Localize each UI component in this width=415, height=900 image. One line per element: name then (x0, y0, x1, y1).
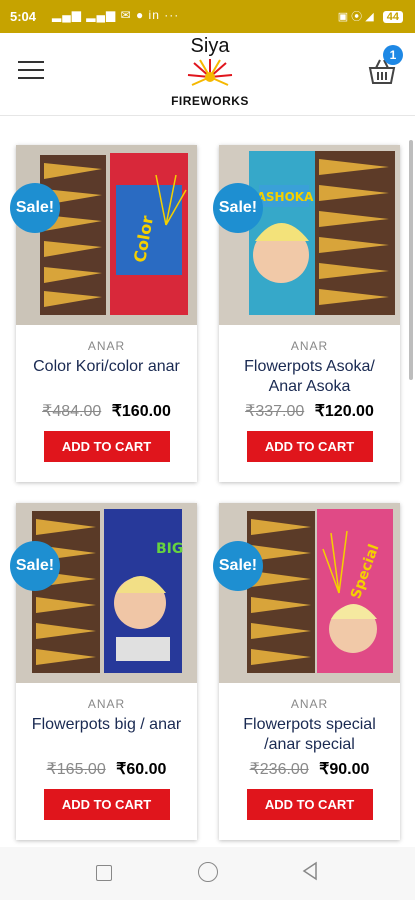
product-photo: ASHOKA (219, 145, 400, 325)
firework-burst-icon (187, 59, 233, 86)
product-image[interactable]: BIG (16, 503, 197, 683)
product-name[interactable]: Flowerpots Asoka/ Anar Asoka (229, 357, 390, 397)
cart-button[interactable]: 1 (367, 45, 403, 87)
recent-apps-icon[interactable] (96, 865, 112, 881)
product-price: ₹337.00 ₹120.00 (219, 401, 400, 421)
sale-badge: Sale! (213, 183, 263, 233)
page-scrollbar[interactable] (409, 140, 413, 380)
product-image[interactable]: Color (16, 145, 197, 325)
product-price: ₹484.00 ₹160.00 (16, 401, 197, 421)
original-price: ₹165.00 (46, 761, 106, 778)
add-to-cart-button[interactable]: ADD TO CART (246, 431, 373, 462)
original-price: ₹337.00 (245, 403, 305, 420)
product-price: ₹236.00 ₹90.00 (219, 759, 400, 779)
add-to-cart-button[interactable]: ADD TO CART (43, 431, 170, 462)
product-photo: Color (16, 145, 197, 325)
product-category[interactable]: ANAR (16, 697, 197, 711)
system-navigation-bar (0, 847, 415, 900)
product-card[interactable]: Sale! BIG ANAR Flowerpots big / anar ₹16… (10, 503, 197, 840)
sale-badge: Sale! (10, 183, 60, 233)
product-card[interactable]: Sale! Color ANAR Color Kori/color anar ₹… (10, 145, 197, 482)
product-name[interactable]: Flowerpots special /anar special (229, 715, 390, 755)
original-price: ₹484.00 (42, 403, 102, 420)
product-price: ₹165.00 ₹60.00 (16, 759, 197, 779)
add-to-cart-button[interactable]: ADD TO CART (43, 789, 170, 820)
battery-icon: 44 (382, 11, 403, 23)
original-price: ₹236.00 (249, 761, 309, 778)
wifi-icon: ▣ ⦿ ◢ (337, 11, 374, 23)
svg-text:ASHOKA: ASHOKA (257, 190, 314, 204)
site-logo[interactable]: Siya FIREWORKS (170, 35, 250, 108)
sale-price: ₹160.00 (111, 403, 171, 420)
sale-price: ₹120.00 (314, 403, 374, 420)
product-card[interactable]: Sale! ASHOKA ANAR Flowerpots Asoka/ Anar… (213, 145, 400, 482)
status-bar: 5:04 ▂▄▆ ▂▄▆ ✉ ● in ··· ▣ ⦿ ◢ 44 (0, 0, 415, 33)
home-icon[interactable] (198, 862, 218, 882)
product-card[interactable]: Sale! Special ANAR Flowerpots special /a… (213, 503, 400, 840)
cart-count-badge: 1 (383, 45, 403, 65)
product-photo: Special (219, 503, 400, 683)
svg-text:BIG: BIG (156, 541, 183, 557)
product-image[interactable]: Special (219, 503, 400, 683)
sale-price: ₹90.00 (319, 761, 370, 778)
product-image[interactable]: ASHOKA (219, 145, 400, 325)
back-icon[interactable] (300, 861, 320, 881)
logo-siya-text: Siya (190, 35, 230, 57)
product-category[interactable]: ANAR (219, 697, 400, 711)
product-photo: BIG (16, 503, 197, 683)
product-name[interactable]: Color Kori/color anar (26, 357, 187, 397)
hamburger-menu-icon[interactable] (18, 61, 44, 81)
status-right-icons: ▣ ⦿ ◢ 44 (338, 8, 403, 24)
sale-badge: Sale! (213, 541, 263, 591)
sale-price: ₹60.00 (116, 761, 167, 778)
signal-icons: ▂▄▆ ▂▄▆ ✉ ● in ··· (52, 8, 180, 22)
add-to-cart-button[interactable]: ADD TO CART (246, 789, 373, 820)
product-category[interactable]: ANAR (16, 339, 197, 353)
product-category[interactable]: ANAR (219, 339, 400, 353)
app-header: Siya FIREWORKS 1 (0, 33, 415, 116)
product-name[interactable]: Flowerpots big / anar (26, 715, 187, 755)
logo-fireworks-text: FIREWORKS (171, 94, 249, 108)
sale-badge: Sale! (10, 541, 60, 591)
status-time: 5:04 (10, 9, 37, 24)
